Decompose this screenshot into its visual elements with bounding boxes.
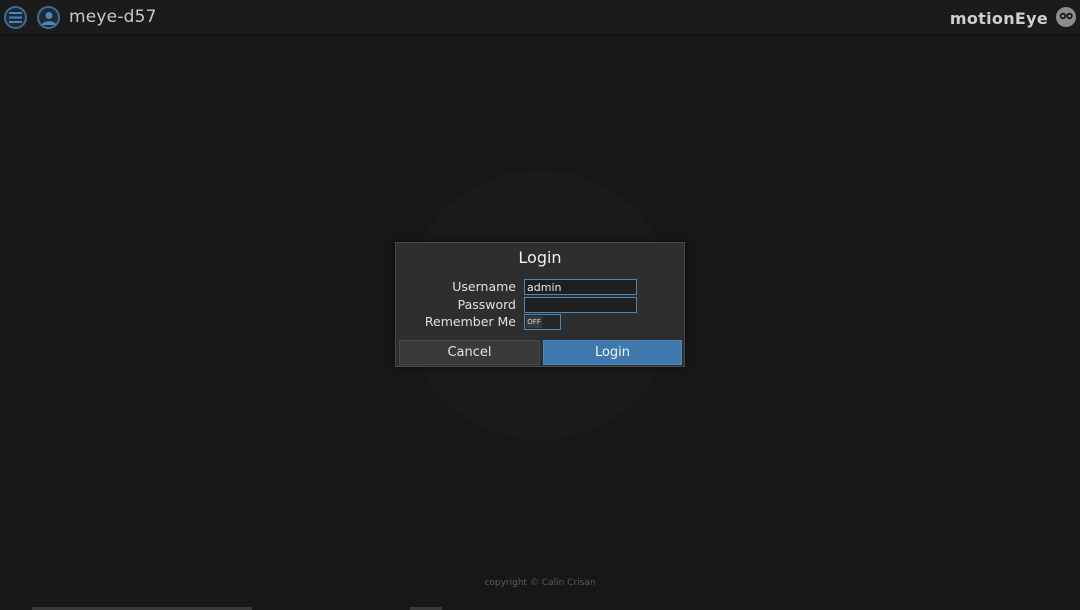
- username-row: Username: [396, 279, 684, 295]
- camera-name: meye-d57: [69, 7, 157, 27]
- remember-toggle[interactable]: OFF: [524, 314, 561, 330]
- brand-title: motionEye: [949, 9, 1048, 28]
- hamburger-icon: [9, 12, 22, 23]
- copyright-text: copyright © Calin Crisan: [484, 578, 596, 588]
- login-button[interactable]: Login: [543, 340, 682, 365]
- login-dialog: Login Username Password Remember Me OFF …: [395, 242, 685, 367]
- dialog-title: Login: [518, 248, 562, 267]
- header-bar: meye-d57 motionEye: [0, 0, 1080, 35]
- username-input[interactable]: [524, 279, 637, 295]
- toggle-state: OFF: [526, 316, 542, 328]
- password-label: Password: [457, 297, 516, 312]
- page: meye-d57 motionEye Login Username Passwo…: [0, 0, 1080, 610]
- motioneye-logo-icon: [1056, 7, 1076, 27]
- cancel-button[interactable]: Cancel: [399, 340, 540, 365]
- username-label: Username: [452, 279, 516, 294]
- user-icon: [41, 11, 56, 25]
- remember-label: Remember Me: [424, 314, 516, 329]
- account-button[interactable]: [37, 6, 60, 29]
- remember-row: Remember Me OFF: [396, 314, 684, 330]
- password-input[interactable]: [524, 297, 637, 313]
- password-row: Password: [396, 297, 684, 313]
- main-menu-button[interactable]: [4, 6, 27, 29]
